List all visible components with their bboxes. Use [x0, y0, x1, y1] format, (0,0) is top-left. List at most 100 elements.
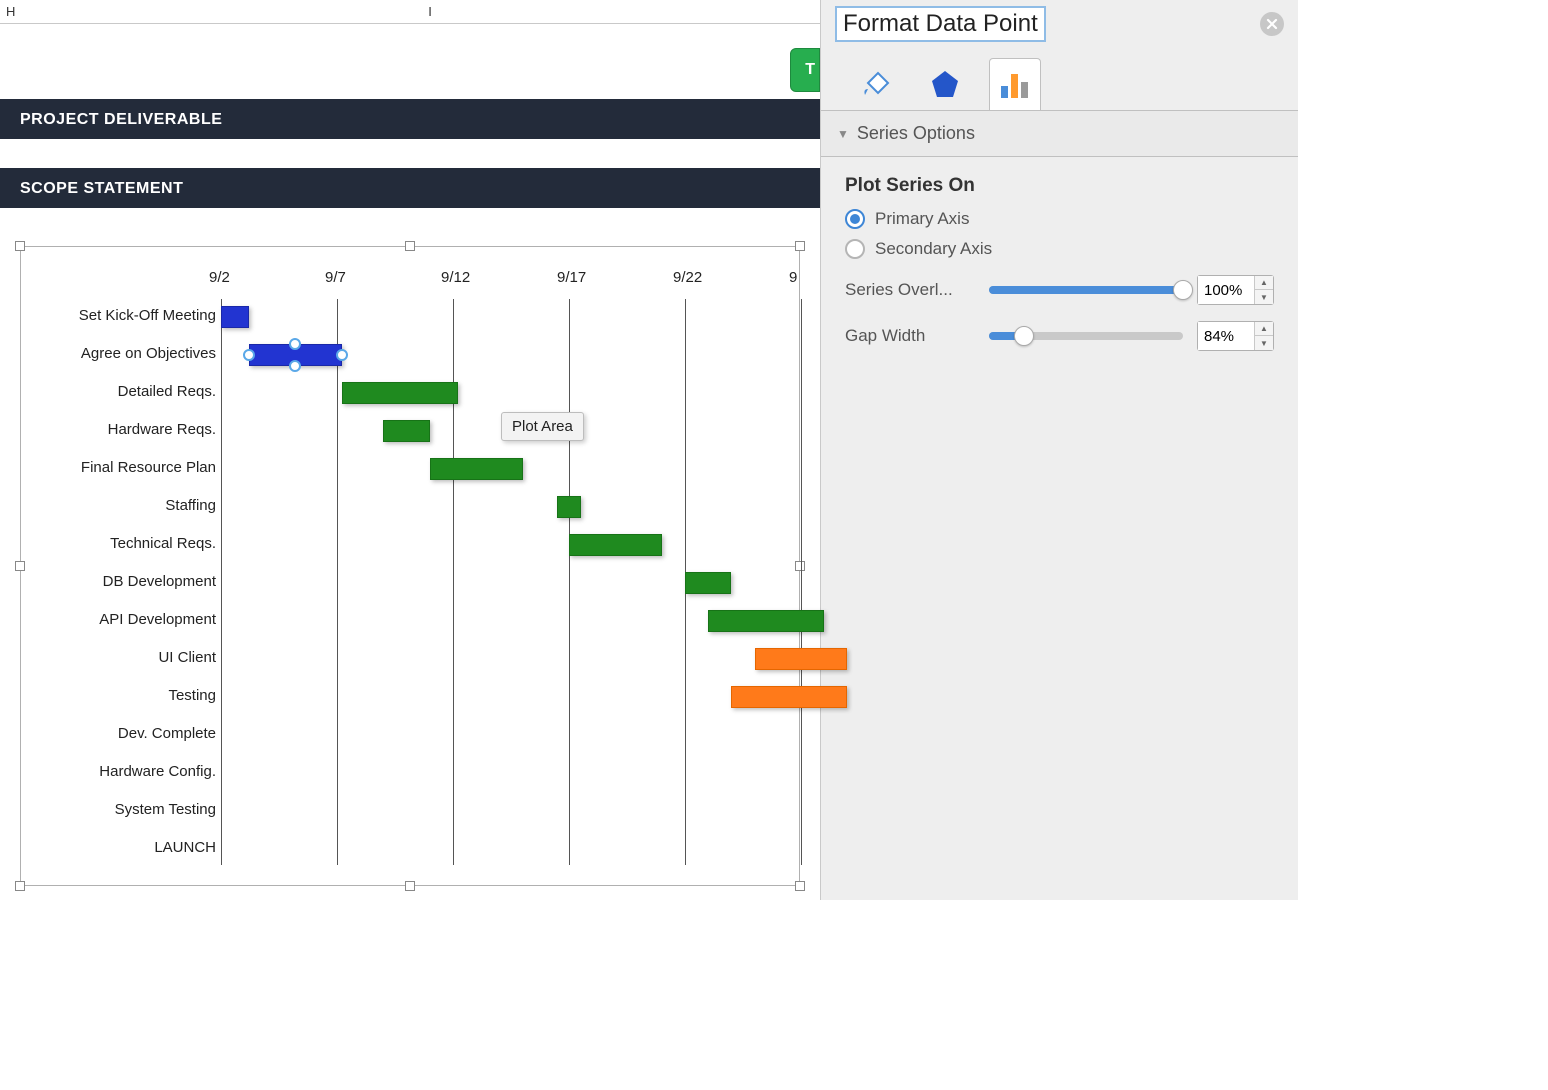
series-overlap-label: Series Overl...	[845, 280, 975, 300]
task-label: Dev. Complete	[21, 725, 216, 742]
radio-primary-axis-control[interactable]	[845, 209, 865, 229]
gantt-bar[interactable]	[342, 382, 458, 404]
task-row: LAUNCH	[21, 831, 799, 869]
series-overlap-step-up[interactable]: ▲	[1255, 276, 1273, 290]
task-label: Testing	[21, 687, 216, 704]
column-header-i[interactable]: I	[40, 0, 820, 23]
tab-fill[interactable]	[849, 58, 901, 110]
gridline	[801, 299, 802, 865]
task-row: Detailed Reqs.	[21, 375, 799, 413]
task-row: Hardware Reqs.	[21, 413, 799, 451]
format-pane-title[interactable]: Format Data Point	[835, 6, 1046, 42]
task-row: Technical Reqs.	[21, 527, 799, 565]
gantt-bar[interactable]	[430, 458, 523, 480]
tab-series-options[interactable]	[989, 58, 1041, 110]
column-header-h[interactable]: H	[0, 0, 40, 23]
column-headers: H I	[0, 0, 820, 24]
radio-primary-axis[interactable]: Primary Axis	[845, 209, 1274, 229]
series-options-label: Series Options	[857, 123, 975, 144]
gap-width-slider[interactable]	[989, 332, 1183, 340]
x-axis: 9/29/79/129/179/229	[221, 269, 799, 293]
chart-container: 9/2 9/7 9/12 9/17 9/22 9 Set Kick-Off Meeting…	[0, 246, 820, 886]
gap-width-valuebox: ▲ ▼	[1197, 321, 1274, 351]
format-pane-tabs	[821, 54, 1298, 110]
gantt-bar[interactable]	[708, 610, 824, 632]
template-button[interactable]: T	[790, 48, 820, 92]
bar-handle[interactable]	[336, 349, 348, 361]
task-label: DB Development	[21, 573, 216, 590]
task-label: Technical Reqs.	[21, 535, 216, 552]
bar-handle[interactable]	[289, 338, 301, 350]
radio-secondary-axis-control[interactable]	[845, 239, 865, 259]
gap-width-input[interactable]	[1198, 322, 1254, 350]
series-overlap-valuebox: ▲ ▼	[1197, 275, 1274, 305]
x-axis-tick: 9/17	[557, 269, 586, 286]
bar-handle[interactable]	[243, 349, 255, 361]
gap-width-step-up[interactable]: ▲	[1255, 322, 1273, 336]
task-row: Testing	[21, 679, 799, 717]
series-overlap-row: Series Overl... ▲ ▼	[845, 275, 1274, 305]
task-label: Detailed Reqs.	[21, 383, 216, 400]
x-axis-tick: 9/2	[209, 269, 230, 286]
series-options-header[interactable]: ▼ Series Options	[821, 110, 1298, 157]
spreadsheet-main: H I T PROJECT DELIVERABLE SCOPE STATEMEN…	[0, 0, 820, 900]
task-row: System Testing	[21, 793, 799, 831]
gantt-bar[interactable]	[755, 648, 848, 670]
task-label: LAUNCH	[21, 839, 216, 856]
gap-width-row: Gap Width ▲ ▼	[845, 321, 1274, 351]
x-axis-tick: 9	[789, 269, 797, 286]
x-axis-tick: 9/22	[673, 269, 702, 286]
gantt-bar[interactable]	[383, 420, 429, 442]
radio-secondary-axis[interactable]: Secondary Axis	[845, 239, 1274, 259]
task-row: API Development	[21, 603, 799, 641]
close-icon	[1266, 18, 1278, 30]
slider-thumb[interactable]	[1014, 326, 1034, 346]
task-row: Final Resource Plan	[21, 451, 799, 489]
task-rows: Set Kick-Off Meeting Agree on Objectives D…	[21, 299, 799, 865]
task-label: UI Client	[21, 649, 216, 666]
gantt-bar[interactable]	[731, 686, 847, 708]
gantt-bar[interactable]	[685, 572, 731, 594]
gantt-bar[interactable]	[249, 344, 342, 366]
radio-primary-axis-label: Primary Axis	[875, 209, 969, 229]
task-label: API Development	[21, 611, 216, 628]
tab-effects[interactable]	[919, 58, 971, 110]
task-label: Agree on Objectives	[21, 345, 216, 362]
plot-series-on-label: Plot Series On	[845, 175, 1274, 197]
series-options-body: Plot Series On Primary Axis Secondary Ax…	[821, 157, 1298, 369]
close-pane-button[interactable]	[1260, 12, 1284, 36]
gantt-bar[interactable]	[221, 306, 249, 328]
gantt-bar[interactable]	[569, 534, 662, 556]
task-row: DB Development	[21, 565, 799, 603]
task-label: Staffing	[21, 497, 216, 514]
task-row: UI Client	[21, 641, 799, 679]
x-axis-tick: 9/7	[325, 269, 346, 286]
series-overlap-step-down[interactable]: ▼	[1255, 290, 1273, 304]
gantt-chart[interactable]: 9/2 9/7 9/12 9/17 9/22 9 Set Kick-Off Meeting…	[20, 246, 800, 886]
bar-chart-icon	[998, 68, 1032, 102]
radio-secondary-axis-label: Secondary Axis	[875, 239, 992, 259]
task-row: Agree on Objectives	[21, 337, 799, 375]
gantt-bar[interactable]	[557, 496, 580, 518]
section-scope-statement: SCOPE STATEMENT	[0, 168, 820, 208]
series-overlap-slider[interactable]	[989, 286, 1183, 294]
paint-bucket-icon	[858, 67, 892, 101]
x-axis-tick: 9/12	[441, 269, 470, 286]
task-row: Staffing	[21, 489, 799, 527]
disclosure-triangle-icon: ▼	[837, 127, 849, 141]
template-button-label: T	[805, 61, 815, 79]
gap-width-step-down[interactable]: ▼	[1255, 336, 1273, 350]
app-root: H I T PROJECT DELIVERABLE SCOPE STATEMEN…	[0, 0, 1298, 900]
series-overlap-input[interactable]	[1198, 276, 1254, 304]
gap-width-label: Gap Width	[845, 326, 975, 346]
slider-thumb[interactable]	[1173, 280, 1193, 300]
pentagon-icon	[928, 67, 962, 101]
task-row: Set Kick-Off Meeting	[21, 299, 799, 337]
section-project-deliverable: PROJECT DELIVERABLE	[0, 99, 820, 139]
task-label: System Testing	[21, 801, 216, 818]
plot-area-tooltip: Plot Area	[501, 412, 584, 441]
task-label: Hardware Reqs.	[21, 421, 216, 438]
task-label: Final Resource Plan	[21, 459, 216, 476]
task-row: Hardware Config.	[21, 755, 799, 793]
bar-handle[interactable]	[289, 360, 301, 372]
